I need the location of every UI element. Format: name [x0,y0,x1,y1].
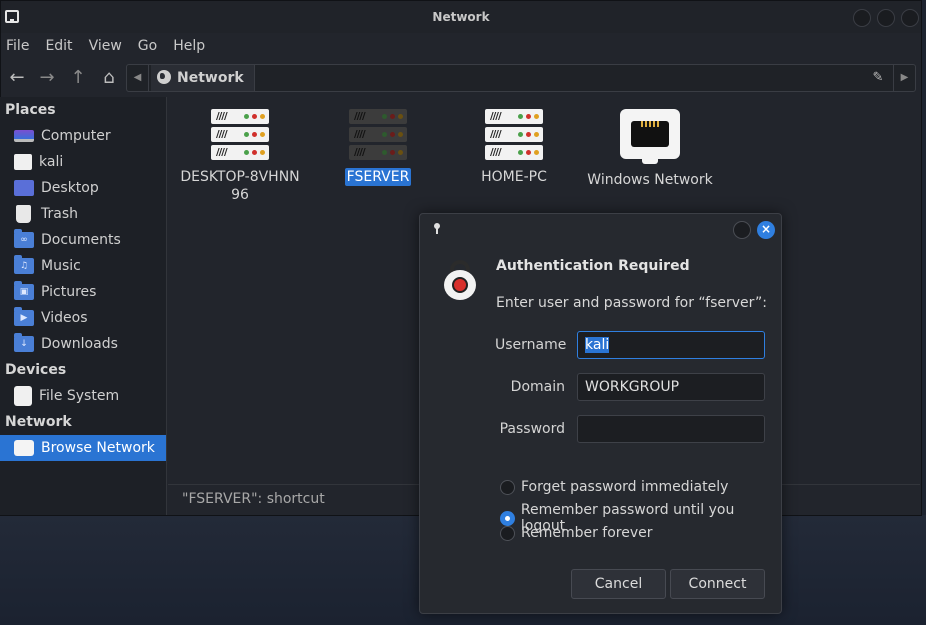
videos-folder-icon: ▶ [14,307,34,326]
server-icon [211,109,269,160]
sidebar-item-trash[interactable]: Trash [0,201,166,227]
home-folder-icon [14,154,32,170]
menu-view[interactable]: View [89,38,122,54]
sidebar-item-file-system[interactable]: File System [0,383,166,409]
menubar: File Edit View Go Help [1,33,921,59]
sidebar-item-kali[interactable]: kali [0,149,166,175]
sidebar-item-label: Documents [41,232,121,248]
up-arrow-icon[interactable]: ↑ [67,67,89,89]
sidebar-item-desktop[interactable]: Desktop [0,175,166,201]
radio-button[interactable] [500,525,515,541]
sidebar-item-music[interactable]: ♫ Music [0,253,166,279]
back-arrow-icon[interactable]: ← [6,67,28,89]
radio-button[interactable] [500,510,515,526]
dialog-close-button[interactable]: × [757,221,775,239]
drive-icon [14,386,32,406]
maximize-button[interactable] [877,9,895,27]
server-icon [485,109,543,160]
username-input[interactable]: kali [577,331,765,359]
password-label: Password [499,421,565,437]
sidebar-item-label: File System [39,388,120,404]
computer-icon [14,130,34,142]
network-item-home-pc[interactable]: HOME-PC [444,109,584,186]
scroll-right-chevron-icon[interactable]: ▶ [893,65,915,91]
dialog-message: Enter user and password for “fserver”: [496,295,767,311]
sidebar-item-label: Trash [41,206,78,222]
close-button[interactable] [901,9,919,27]
network-item-desktop-8vhnn96[interactable]: DESKTOP-8VHNN96 [170,109,310,204]
connect-button[interactable]: Connect [670,569,765,599]
sidebar-item-label: Music [41,258,81,274]
sidebar-heading-devices: Devices [5,362,67,378]
password-input[interactable] [577,415,765,443]
lock-icon [444,260,476,300]
radio-button[interactable] [500,479,515,495]
domain-input[interactable]: WORKGROUP [577,373,765,401]
sidebar-heading-network: Network [5,414,72,430]
key-icon [434,223,440,234]
window-titlebar[interactable]: Network [1,1,921,33]
scroll-left-chevron-icon[interactable]: ◀ [127,65,149,91]
menu-help[interactable]: Help [173,38,205,54]
pictures-folder-icon: ▣ [14,281,34,300]
radio-label: Forget password immediately [521,479,729,495]
server-icon [349,109,407,160]
sidebar-item-label: Videos [41,310,88,326]
sidebar-item-videos[interactable]: ▶ Videos [0,305,166,331]
radio-label: Remember forever [521,525,653,541]
sidebar-item-label: Browse Network [41,440,155,456]
sidebar-item-downloads[interactable]: ↓ Downloads [0,331,166,357]
network-item-label: DESKTOP-8VHNN 96 [180,169,300,203]
network-item-windows-network[interactable]: Windows Network [580,109,720,189]
network-icon [620,109,680,164]
menu-edit[interactable]: Edit [45,38,72,54]
username-label: Username [495,337,567,353]
desktop-icon [14,180,34,196]
network-item-label: Windows Network [587,172,713,188]
network-item-fserver[interactable]: FSERVER [308,109,448,186]
network-item-label: FSERVER [344,168,412,186]
sidebar-item-label: Desktop [41,180,99,196]
minimize-button[interactable] [853,9,871,27]
sidebar-item-documents[interactable]: ∞ Documents [0,227,166,253]
sidebar-item-label: Downloads [41,336,118,352]
home-icon[interactable]: ⌂ [98,67,120,89]
sidebar: Places Computer kali Desktop Trash ∞ Doc… [0,97,167,515]
window-title: Network [432,10,490,24]
sidebar-heading-places: Places [5,102,56,118]
breadcrumb-label: Network [177,70,244,86]
sidebar-item-computer[interactable]: Computer [0,123,166,149]
network-item-label: HOME-PC [481,169,547,185]
sidebar-item-label: kali [39,154,64,170]
location-path-bar: ◀ Network ✎ ▶ [126,64,916,92]
dialog-minimize-button[interactable] [733,221,751,239]
downloads-folder-icon: ↓ [14,333,34,352]
breadcrumb-network[interactable]: Network [151,65,255,91]
menu-file[interactable]: File [6,38,29,54]
sidebar-item-browse-network[interactable]: Browse Network [0,435,166,461]
sidebar-item-label: Pictures [41,284,97,300]
menu-go[interactable]: Go [138,38,157,54]
sidebar-item-label: Computer [41,128,111,144]
forward-arrow-icon[interactable]: → [36,67,58,89]
cancel-button[interactable]: Cancel [571,569,666,599]
radio-forget-immediately[interactable]: Forget password immediately [500,479,728,495]
edit-pencil-icon[interactable]: ✎ [865,65,891,91]
authentication-dialog: × Authentication Required Enter user and… [419,213,782,614]
sidebar-item-pictures[interactable]: ▣ Pictures [0,279,166,305]
documents-folder-icon: ∞ [14,229,34,248]
radio-remember-forever[interactable]: Remember forever [500,525,653,541]
music-folder-icon: ♫ [14,255,34,274]
dialog-heading: Authentication Required [496,258,690,274]
network-icon [14,440,34,456]
trash-icon [16,205,31,223]
globe-icon [157,70,171,84]
domain-label: Domain [510,379,565,395]
